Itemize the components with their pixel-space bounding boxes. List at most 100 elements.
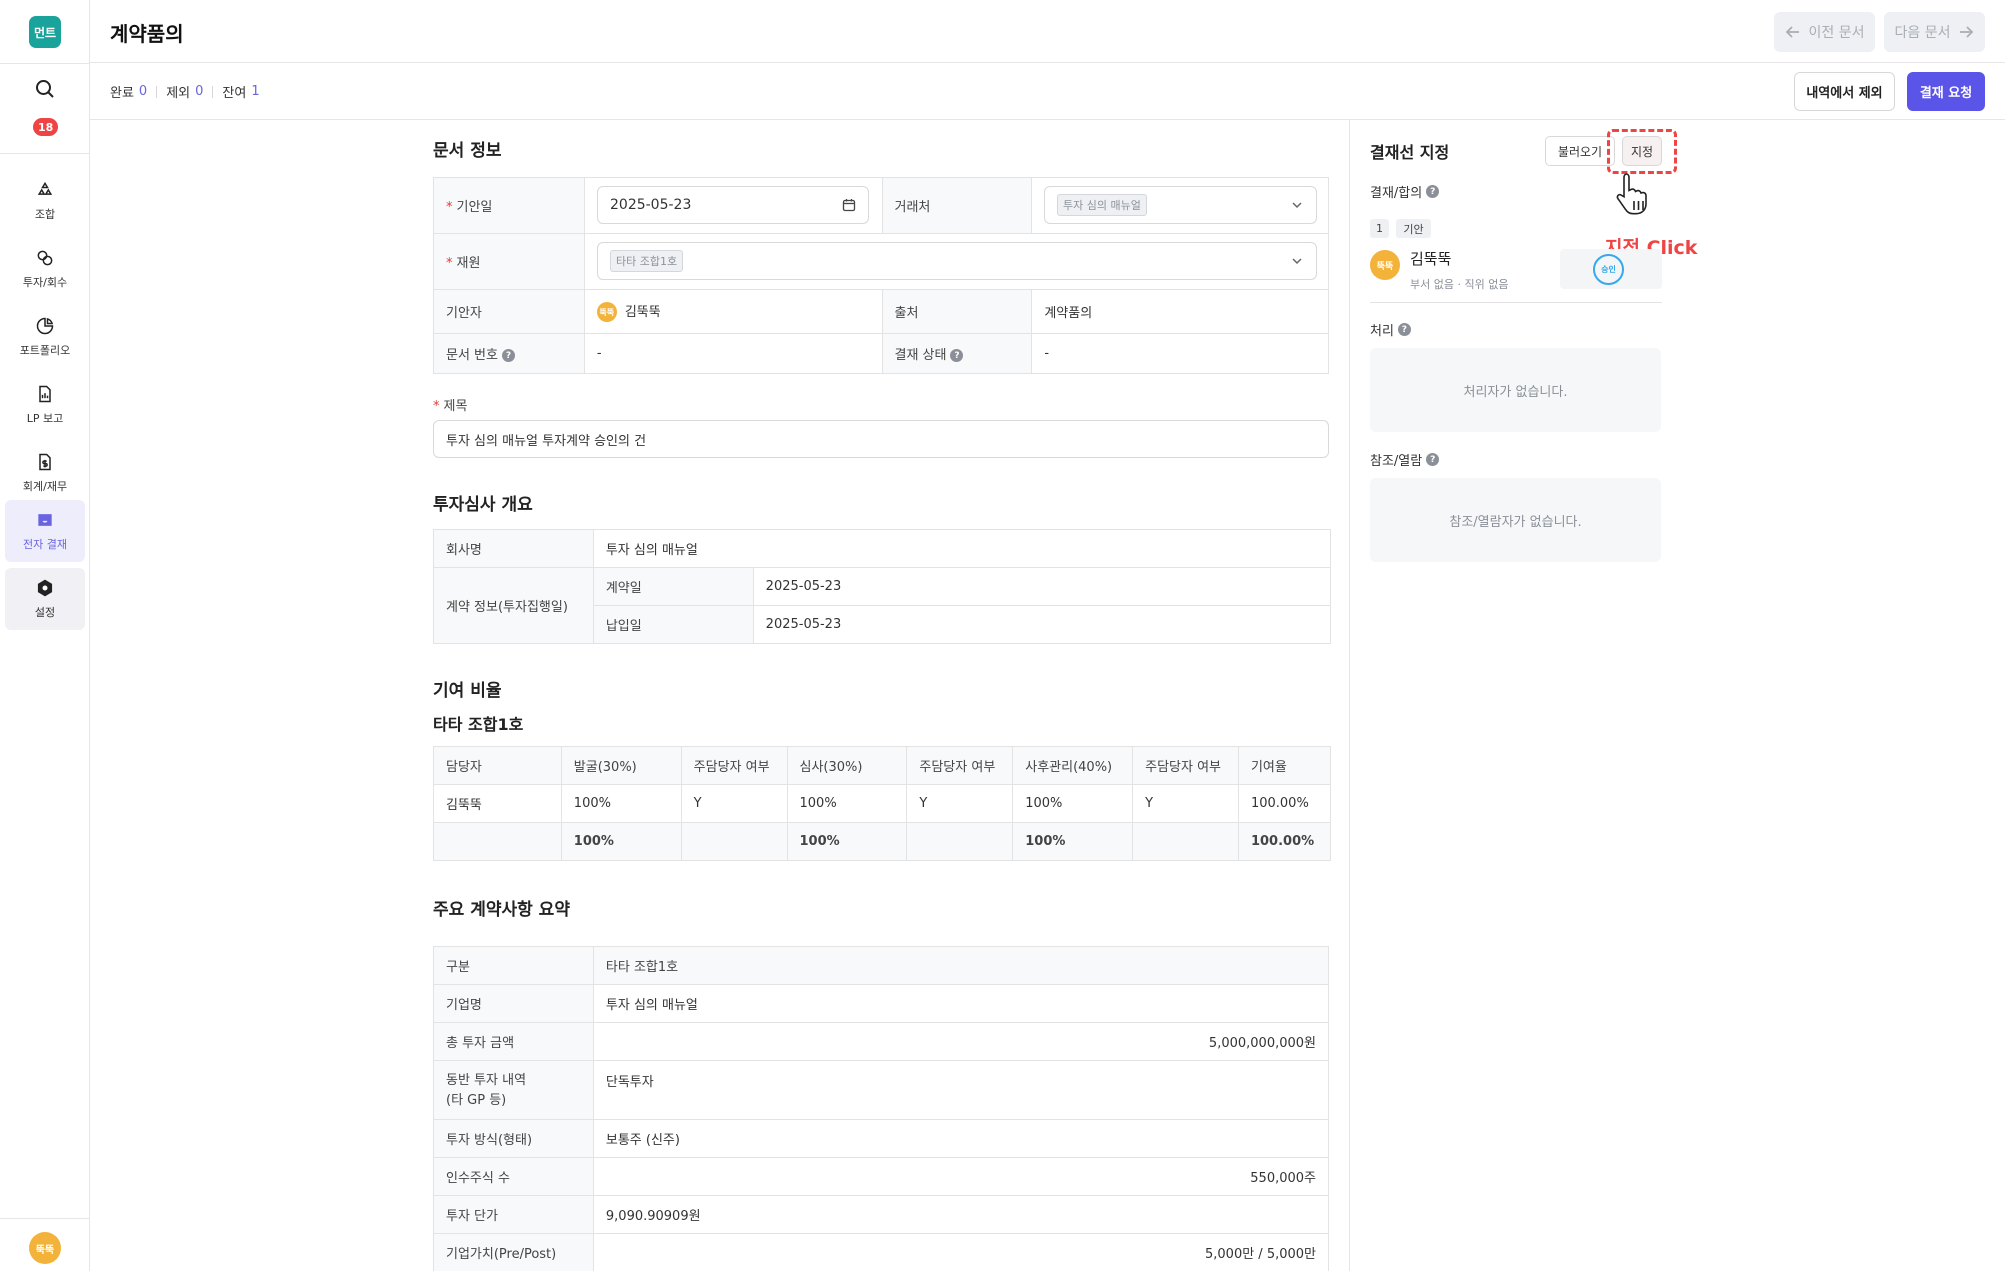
table-cell: Y bbox=[906, 784, 1014, 823]
table-row: 동반 투자 내역 (타 GP 등) 단독투자 bbox=[433, 1060, 1330, 1120]
sidebar-item-accounting[interactable]: 회계/재무 bbox=[5, 442, 85, 504]
approver-name: 김뚝뚝 bbox=[1410, 250, 1452, 268]
sidebar-divider bbox=[0, 63, 90, 64]
sidebar-item-label: 포트폴리오 bbox=[19, 344, 71, 357]
draft-date-value: 2025-05-23 bbox=[610, 197, 692, 213]
table-cell bbox=[906, 822, 1014, 861]
draft-date-input[interactable]: 2025-05-23 bbox=[597, 186, 869, 224]
summary-label: 기업명 bbox=[433, 984, 594, 1023]
summary-label: 투자 방식(형태) bbox=[433, 1119, 594, 1158]
page-title: 계약품의 bbox=[110, 22, 184, 46]
help-icon[interactable]: ? bbox=[950, 349, 964, 362]
col-header: 기여율 bbox=[1237, 746, 1332, 785]
sidebar: 먼트 18 조합 투자/회수 포트폴리오 LP 보고 회계/재무 전자 결재 설… bbox=[0, 0, 90, 1271]
approver-avatar: 뚝뚝 bbox=[1370, 250, 1400, 280]
table-cell: 김뚝뚝 bbox=[433, 784, 562, 823]
table-cell: 100% bbox=[560, 784, 682, 823]
reference-empty-box: 참조/열람자가 없습니다. bbox=[1370, 478, 1661, 562]
table-cell bbox=[680, 822, 788, 861]
fund-label: * 재원 bbox=[433, 233, 585, 290]
remain-label: 잔여 bbox=[222, 86, 247, 101]
request-approval-button[interactable]: 결재 요청 bbox=[1907, 72, 1985, 111]
draft-date-label: * 기안일 bbox=[433, 177, 585, 234]
sidebar-item-label: 조합 bbox=[34, 208, 56, 221]
summary-value: 단독투자 bbox=[592, 1060, 1330, 1120]
col-header: 주담당자 여부 bbox=[680, 746, 788, 785]
load-approval-line-button[interactable]: 불러오기 bbox=[1545, 136, 1615, 166]
approve-stamp: 승인 bbox=[1593, 254, 1624, 285]
contract-info-label: 계약 정보(투자집행일) bbox=[433, 567, 594, 644]
drafter-avatar: 뚝뚝 bbox=[596, 302, 617, 323]
summary-value: 5,000,000,000원 bbox=[592, 1022, 1330, 1061]
dollar-file-icon bbox=[39, 453, 51, 471]
doc-number-value: - bbox=[583, 333, 883, 374]
fund-tag: 타타 조합1호 bbox=[610, 250, 684, 272]
subject-input[interactable]: 투자 심의 매뉴얼 투자계약 승인의 건 bbox=[433, 420, 1329, 458]
fund-select[interactable]: 타타 조합1호 bbox=[597, 242, 1317, 280]
partner-select[interactable]: 투자 심의 매뉴얼 bbox=[1044, 186, 1317, 224]
table-row: 총 투자 금액 5,000,000,000원 bbox=[433, 1022, 1330, 1061]
done-label: 완료 bbox=[110, 86, 134, 101]
table-row: 김뚝뚝 100% Y 100% Y 100% Y 100.00% bbox=[433, 784, 1332, 823]
help-icon[interactable]: ? bbox=[1397, 323, 1411, 336]
col-header: 심사(30%) bbox=[786, 746, 908, 785]
table-row: 투자 단가 9,090.90909원 bbox=[433, 1195, 1330, 1234]
help-icon[interactable]: ? bbox=[501, 349, 515, 362]
remain-count: 1 bbox=[251, 84, 260, 99]
sidebar-item-portfolio[interactable]: 포트폴리오 bbox=[5, 306, 85, 368]
step-number: 1 bbox=[1370, 219, 1389, 238]
subject-label: * 제목 bbox=[433, 399, 468, 414]
approval-line-panel: 결재선 지정 불러오기 지정 지정 Click 결재/합의? 1 기안 뚝뚝 김… bbox=[1349, 120, 2005, 1271]
top-header: 계약품의 이전 문서 다음 문서 bbox=[90, 0, 2005, 63]
summary-label: 동반 투자 내역 (타 GP 등) bbox=[433, 1060, 594, 1120]
sidebar-item-investment[interactable]: 투자/회수 bbox=[5, 238, 85, 300]
table-cell: 100% bbox=[560, 822, 682, 861]
exclude-from-list-button[interactable]: 내역에서 제외 bbox=[1794, 72, 1895, 111]
excluded-count: 0 bbox=[195, 84, 204, 99]
sidebar-item-fund[interactable]: 조합 bbox=[5, 170, 85, 232]
contribution-fund-name: 타타 조합1호 bbox=[433, 715, 524, 734]
col-header: 주담당자 여부 bbox=[906, 746, 1014, 785]
partner-tag: 투자 심의 매뉴얼 bbox=[1057, 194, 1147, 216]
summary-label: 총 투자 금액 bbox=[433, 1022, 594, 1061]
col-header: 사후관리(40%) bbox=[1012, 746, 1134, 785]
calendar-icon[interactable] bbox=[842, 198, 856, 212]
sidebar-item-label: LP 보고 bbox=[26, 412, 64, 425]
help-icon[interactable]: ? bbox=[1426, 453, 1440, 466]
company-label: 회사명 bbox=[433, 529, 594, 568]
sidebar-divider bbox=[0, 153, 90, 154]
summary-value: 타타 조합1호 bbox=[592, 946, 1330, 985]
summary-value: 9,090.90909원 bbox=[592, 1195, 1330, 1234]
table-cell: 100% bbox=[1012, 784, 1134, 823]
sidebar-item-label: 설정 bbox=[34, 606, 56, 619]
summary-value: 보통주 (신주) bbox=[592, 1119, 1330, 1158]
notification-badge[interactable]: 18 bbox=[33, 118, 59, 136]
approval-line-title: 결재선 지정 bbox=[1370, 143, 1450, 162]
drafter-label: 기안자 bbox=[433, 289, 585, 334]
help-icon[interactable]: ? bbox=[1426, 185, 1440, 198]
chevron-down-icon bbox=[1292, 258, 1302, 265]
drafter-cell: 뚝뚝 김뚝뚝 bbox=[583, 289, 883, 334]
source-label: 출처 bbox=[881, 289, 1033, 334]
sidebar-item-lp-report[interactable]: LP 보고 bbox=[5, 374, 85, 436]
settings-icon bbox=[37, 579, 53, 597]
table-row: 기업명 투자 심의 매뉴얼 bbox=[433, 984, 1330, 1023]
hand-pointer-icon bbox=[1616, 173, 1647, 215]
search-icon[interactable] bbox=[33, 77, 57, 101]
approve-agree-label: 결재/합의? bbox=[1370, 182, 1440, 201]
user-avatar[interactable]: 뚝뚝 bbox=[29, 1232, 61, 1264]
approval-stamp-box: 승인 bbox=[1560, 249, 1662, 289]
sidebar-item-settings[interactable]: 설정 bbox=[5, 568, 85, 630]
next-document-button[interactable]: 다음 문서 bbox=[1884, 12, 1985, 52]
coins-icon bbox=[37, 250, 53, 266]
prev-document-button[interactable]: 이전 문서 bbox=[1774, 12, 1875, 52]
sidebar-item-e-approval[interactable]: 전자 결재 bbox=[5, 500, 85, 562]
section-title-review: 투자심사 개요 bbox=[433, 495, 533, 515]
arrow-left-icon bbox=[1785, 26, 1799, 38]
sidebar-divider bbox=[0, 1218, 90, 1219]
app-logo[interactable]: 먼트 bbox=[29, 16, 61, 48]
contract-date-label: 계약일 bbox=[592, 567, 754, 606]
section-title-doc-info: 문서 정보 bbox=[433, 141, 502, 161]
process-empty-box: 처리자가 없습니다. bbox=[1370, 348, 1661, 432]
payment-date-label: 납입일 bbox=[592, 605, 754, 644]
